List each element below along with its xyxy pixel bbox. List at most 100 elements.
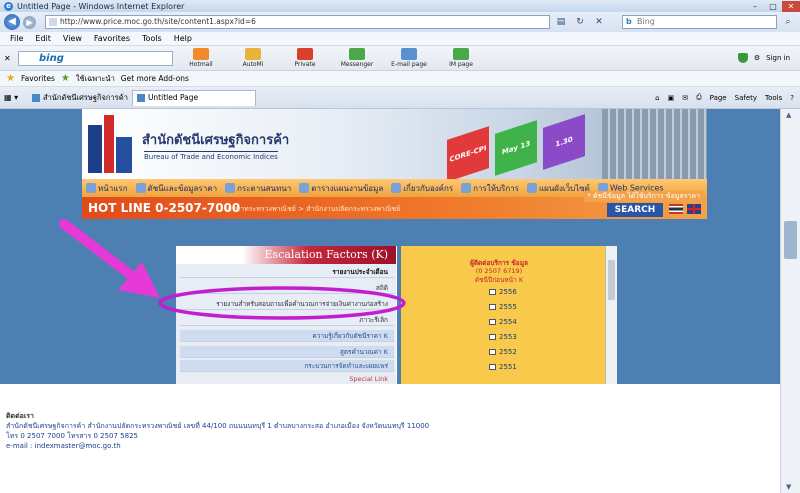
search-icon[interactable]: ⌕: [780, 15, 796, 29]
nav-services[interactable]: การให้บริการ: [461, 182, 519, 195]
refresh-icon[interactable]: ↻: [572, 15, 588, 29]
address-bar[interactable]: http://www.price.moc.go.th/site/content1…: [45, 15, 550, 29]
uk-flag-icon[interactable]: [687, 204, 701, 214]
page-favicon-icon: [32, 93, 40, 102]
forward-button[interactable]: ▶: [23, 15, 36, 29]
menu-special-link[interactable]: Special Link: [180, 373, 394, 384]
toolbar-link-private[interactable]: Private: [281, 48, 329, 68]
menu-view[interactable]: View: [63, 34, 82, 43]
breadcrumb: ภาษาทระทรวงพาณิชย์ > สำนักงานปลัดกระทรวง…: [227, 205, 401, 213]
footer-title: ติดต่อเรา: [6, 412, 34, 420]
nav-home[interactable]: หน้าแรก: [86, 182, 128, 195]
minimize-button[interactable]: –: [746, 1, 764, 12]
menu-cancelled[interactable]: ภาวะรีเลิก: [180, 314, 394, 326]
toolbar-link-hotmail[interactable]: Hotmail: [177, 48, 225, 68]
menu-tools[interactable]: Tools: [142, 34, 162, 43]
nav-schedule[interactable]: ตารางแผนงานข้อมูล: [299, 182, 383, 195]
compat-view-icon[interactable]: ▤: [553, 15, 569, 29]
menu-monthly-report: รายงานประจำเดือน: [180, 266, 394, 278]
menu-favorites[interactable]: Favorites: [94, 34, 130, 43]
nav-indices[interactable]: ดัชนีและข้อมูลราคา: [135, 182, 217, 195]
document-icon: [489, 349, 496, 355]
maximize-button[interactable]: □: [764, 1, 782, 12]
tools-menu[interactable]: Tools: [765, 94, 782, 102]
fav-item[interactable]: ใช้เฉพาะนำ: [76, 73, 115, 85]
nav-forum[interactable]: กระดานสนทนา: [225, 182, 291, 195]
menu-construction-report[interactable]: รายงานสำหรับสอบถามเพื่อคำนวณการจ่ายเงินค…: [180, 298, 394, 310]
escalation-menu: Escalation Factors (K) รายงานประจำเดือน …: [176, 246, 396, 384]
year-link-2552[interactable]: 2552: [489, 348, 517, 356]
page-viewport: สำนักดัชนีเศรษฐกิจการค้า Bureau of Trade…: [0, 109, 800, 493]
page-scroll-thumb[interactable]: [784, 221, 797, 259]
menu-help[interactable]: Help: [174, 34, 192, 43]
help-icon[interactable]: ?: [790, 94, 794, 102]
sign-in-link[interactable]: Sign in: [766, 54, 790, 62]
page-menu[interactable]: Page: [710, 94, 727, 102]
footer-email[interactable]: e-mail : indexmaster@moc.go.th: [6, 441, 429, 451]
building-icon: [391, 183, 402, 193]
toolbar-link-automi[interactable]: AutoMi: [229, 48, 277, 68]
toolbar-link-messenger[interactable]: Messenger: [333, 48, 381, 68]
year-link-2554[interactable]: 2554: [489, 318, 517, 326]
back-button[interactable]: ◀: [4, 14, 20, 30]
home-icon[interactable]: ⌂: [655, 94, 659, 102]
value-badge[interactable]: 1.30: [543, 114, 585, 170]
tab-untitled[interactable]: Untitled Page: [131, 89, 256, 106]
toolbar-link-email-page[interactable]: E-mail page: [385, 48, 433, 68]
scroll-up-icon[interactable]: ▲: [786, 111, 791, 119]
menu-file[interactable]: File: [10, 34, 23, 43]
feeds-icon[interactable]: ▣: [668, 94, 675, 102]
tab-agency[interactable]: สำนักดัชนีเศรษฐกิจการค้า: [28, 90, 132, 106]
hotmail-icon: [193, 48, 209, 60]
shield-icon[interactable]: [737, 53, 748, 63]
menu-process[interactable]: กระบวนการจัดทำและเผยแพร่: [180, 360, 394, 372]
menu-statistics[interactable]: สถิติ: [180, 282, 394, 294]
email-icon: [401, 48, 417, 60]
messenger-icon: [349, 48, 365, 60]
bing-search-input[interactable]: bing: [18, 50, 173, 66]
nav-sitemap[interactable]: แผนผังเว็บไซต์: [526, 182, 590, 195]
document-icon: [489, 364, 496, 370]
menu-k-formula[interactable]: สูตรคำนวณค่า K: [180, 346, 394, 358]
settings-icon[interactable]: ⚙: [754, 54, 760, 62]
window-controls: – □ ✕: [746, 0, 800, 12]
panel-scroll-thumb[interactable]: [608, 260, 615, 300]
favorites-bar: ★ Favorites ★ ใช้เฉพาะนำ Get more Add-on…: [0, 71, 800, 87]
close-toolbar-icon[interactable]: ✕: [4, 54, 14, 63]
thai-flag-icon[interactable]: [669, 204, 683, 214]
year-link-2553[interactable]: 2553: [489, 333, 517, 341]
close-button[interactable]: ✕: [782, 0, 800, 12]
escalation-title: Escalation Factors (K): [176, 246, 396, 264]
window-title: Untitled Page - Windows Internet Explore…: [17, 1, 185, 11]
agency-logo-icon: [88, 115, 136, 173]
core-cpi-badge[interactable]: CORE-CPI: [447, 126, 489, 179]
print-icon[interactable]: ⎙: [696, 93, 702, 102]
menu-edit[interactable]: Edit: [35, 34, 51, 43]
safety-menu[interactable]: Safety: [735, 94, 757, 102]
year-link-2551[interactable]: 2551: [489, 363, 517, 371]
page-scrollbar[interactable]: ▲ ▼: [780, 109, 800, 493]
menu-k-knowledge[interactable]: ความรู้เกี่ยวกับดัชนีราคา K: [180, 330, 394, 342]
automi-icon: [245, 48, 261, 60]
favorites-button[interactable]: Favorites: [21, 74, 55, 83]
year-link-2556[interactable]: 2556: [489, 288, 517, 296]
panel-scrollbar[interactable]: [605, 246, 617, 384]
im-icon: [453, 48, 469, 60]
chart-icon: [135, 183, 146, 193]
quick-tabs-icon[interactable]: ▦ ▾: [4, 93, 28, 102]
fav-item-addons[interactable]: Get more Add-ons: [121, 74, 189, 83]
year-link-2555[interactable]: 2555: [489, 303, 517, 311]
date-badge[interactable]: May 13: [495, 120, 537, 176]
search-input[interactable]: Bing: [622, 15, 777, 29]
footer-phone: โทร 0 2507 7000 โทรสาร 0 2507 5825: [6, 432, 138, 440]
site-search-button[interactable]: SEARCH: [607, 203, 663, 217]
mail-icon[interactable]: ✉: [682, 94, 688, 102]
favorites-star-icon[interactable]: ★: [6, 73, 15, 84]
scroll-down-icon[interactable]: ▼: [786, 483, 791, 491]
nav-about[interactable]: เกี่ยวกับองค์กร: [391, 182, 453, 195]
toolbar-link-im-page[interactable]: IM page: [437, 48, 485, 68]
stop-icon[interactable]: ✕: [591, 15, 607, 29]
document-icon: [489, 289, 496, 295]
add-favorite-icon[interactable]: ★: [61, 73, 70, 84]
command-bar: ⌂ ▣ ✉ ⎙ Page Safety Tools ?: [655, 93, 800, 102]
